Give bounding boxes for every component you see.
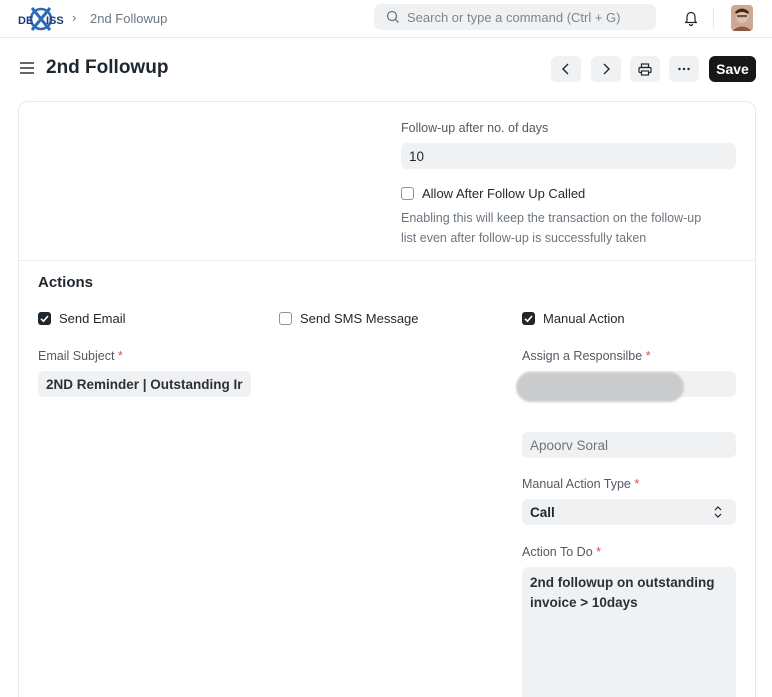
manual-action-type-select[interactable]: Call xyxy=(522,499,736,525)
save-button[interactable]: Save xyxy=(709,56,756,82)
send-sms-checkbox[interactable] xyxy=(279,312,292,325)
manual-action-type-label: Manual Action Type * xyxy=(522,477,640,491)
breadcrumb-chevron-icon: › xyxy=(72,10,77,25)
allow-after-description-line2: list even after follow-up is successfull… xyxy=(401,231,647,245)
svg-text:ISS: ISS xyxy=(46,15,64,27)
action-to-do-line1: 2nd followup on outstanding xyxy=(530,575,715,590)
redacted-value xyxy=(516,372,684,402)
next-button[interactable] xyxy=(591,56,621,82)
more-icon xyxy=(678,67,690,71)
action-to-do-line2: invoice > 10days xyxy=(530,595,638,610)
send-sms-label: Send SMS Message xyxy=(300,311,419,326)
select-chevron-icon xyxy=(714,506,722,518)
manual-action-type-value: Call xyxy=(530,505,555,520)
action-to-do-textarea[interactable]: 2nd followup on outstanding invoice > 10… xyxy=(522,567,736,697)
followup-days-input[interactable]: 10 xyxy=(401,143,736,169)
search-icon xyxy=(386,10,399,23)
print-button[interactable] xyxy=(630,56,660,82)
page-title: 2nd Followup xyxy=(46,57,169,78)
actions-section-title: Actions xyxy=(38,274,94,291)
bell-icon[interactable] xyxy=(683,9,699,27)
top-navbar: DE ISS › 2nd Followup Search or type a c… xyxy=(0,0,772,38)
app-logo[interactable]: DE ISS xyxy=(18,5,64,31)
more-options-button[interactable] xyxy=(669,56,699,82)
svg-text:DE: DE xyxy=(18,15,33,27)
allow-after-checkbox[interactable] xyxy=(401,187,414,200)
navbar-divider xyxy=(713,8,714,28)
checkmark-icon xyxy=(524,315,533,323)
email-subject-label: Email Subject * xyxy=(38,349,123,363)
send-email-label: Send Email xyxy=(59,311,126,326)
followup-days-label: Follow-up after no. of days xyxy=(401,121,549,135)
email-subject-input[interactable]: 2ND Reminder | Outstanding Ir xyxy=(38,371,251,397)
action-to-do-label: Action To Do * xyxy=(522,545,602,559)
section-divider xyxy=(18,260,756,261)
assign-responsible-label: Assign a Responsilbe * xyxy=(522,349,651,363)
prev-button[interactable] xyxy=(551,56,581,82)
avatar[interactable] xyxy=(731,5,753,31)
manual-action-checkbox[interactable] xyxy=(522,312,535,325)
checkmark-icon xyxy=(40,315,49,323)
print-icon xyxy=(638,62,652,76)
search-bar[interactable]: Search or type a command (Ctrl + G) xyxy=(374,4,656,30)
chevron-right-icon xyxy=(603,63,610,75)
search-placeholder: Search or type a command (Ctrl + G) xyxy=(407,10,621,25)
allow-after-label: Allow After Follow Up Called xyxy=(422,186,586,201)
manual-action-label: Manual Action xyxy=(543,311,625,326)
send-email-checkbox[interactable] xyxy=(38,312,51,325)
allow-after-description-line1: Enabling this will keep the transaction … xyxy=(401,211,702,225)
breadcrumb-current[interactable]: 2nd Followup xyxy=(90,11,167,26)
responsible-name-field: Apoorv Soral xyxy=(522,432,736,458)
chevron-left-icon xyxy=(562,63,569,75)
menu-icon[interactable] xyxy=(19,61,35,75)
